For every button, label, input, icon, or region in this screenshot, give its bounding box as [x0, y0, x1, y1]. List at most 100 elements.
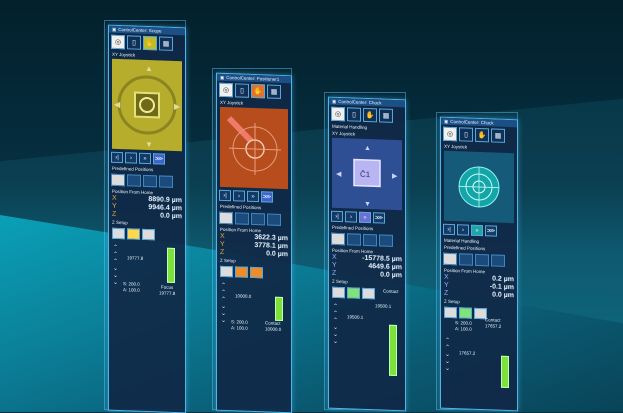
accel-value: A: 100.0	[455, 326, 472, 332]
step-button[interactable]: ›	[125, 152, 137, 164]
step-back-button[interactable]: ›|	[111, 151, 123, 164]
home-icon[interactable]	[111, 173, 125, 187]
control-panel-positioner: ▣ ControlCenter: Positioner1 ◎ ▯ ✋ ▦ XY J…	[216, 72, 292, 413]
svg-text:▶: ▶	[392, 173, 398, 180]
z-step-arrows[interactable]: ⌃ ⌃ ⌃ ⌄ ⌄ ⌄	[333, 304, 338, 346]
y-axis-label: Y	[444, 281, 449, 289]
z-mode-button[interactable]	[250, 266, 263, 279]
xy-joystick[interactable]	[220, 106, 288, 190]
coordinate-readout: X 0.2 µm Y -0.1 µm Z 0.0 µm	[441, 274, 517, 301]
home-icon[interactable]	[219, 211, 233, 225]
lens-tool-button[interactable]: ▯	[127, 35, 141, 50]
tool-button[interactable]: ✋	[475, 127, 489, 143]
step-fastest-button[interactable]: ⋙	[485, 225, 497, 237]
control-panel-scope: ▣ ControlCenter: Scope ◎ ▯ ✋ ▦ XY Joystic…	[108, 24, 186, 413]
preset-button[interactable]	[379, 234, 393, 247]
scope-tool-button[interactable]: ◎	[219, 82, 233, 98]
xy-joystick[interactable]: ▲ ▼ ◀ ▶	[112, 58, 182, 152]
z-position-value: 19500.1	[347, 314, 364, 320]
z-mode-button[interactable]	[142, 228, 155, 241]
step-fastest-button[interactable]: ⋙	[261, 191, 273, 203]
z-focus-button[interactable]	[127, 228, 140, 240]
svg-text:▼: ▼	[364, 201, 371, 208]
app-icon: ▣	[220, 74, 225, 80]
z-mode-button[interactable]	[347, 287, 360, 299]
z-level-bar	[275, 296, 283, 322]
preset-button[interactable]	[459, 253, 473, 266]
step-button[interactable]: ›	[457, 224, 469, 236]
scope-tool-button[interactable]: ◎	[331, 106, 345, 122]
step-fast-button[interactable]: »	[359, 211, 371, 224]
z-axis-label: Z	[112, 210, 117, 218]
z-control: ⌃ ⌃ ⌃ ⌄ ⌄ ⌄ 19777.8 S: 200.0 A: 100.0 Focus 1…	[109, 241, 185, 364]
app-icon: ▣	[332, 98, 337, 104]
grid-tool-button[interactable]: ▦	[267, 84, 281, 99]
preset-button[interactable]	[347, 233, 361, 246]
preset-button[interactable]	[251, 212, 265, 226]
svg-text:▶: ▶	[174, 102, 181, 111]
z-control: ⌃ ⌃ ⌃ ⌄ ⌄ ⌄ 19500.1 19500.1	[329, 300, 405, 383]
step-back-button[interactable]: ›|	[219, 189, 231, 202]
z-mode-button[interactable]	[220, 265, 233, 278]
z-mode-button[interactable]	[332, 286, 345, 299]
z-mode-button[interactable]	[362, 287, 375, 300]
z-step-arrows[interactable]: ⌃ ⌃ ⌄ ⌄ ⌄	[445, 338, 450, 373]
step-fast-button[interactable]: »	[139, 152, 151, 165]
step-back-button[interactable]: ›|	[443, 223, 455, 236]
z-mode-button[interactable]	[459, 307, 472, 319]
home-icon[interactable]	[443, 252, 457, 266]
speed-value: S: 200.0	[123, 281, 140, 287]
speed-value: S: 200.0	[231, 319, 248, 325]
joystick-target-icon	[458, 166, 500, 208]
step-button[interactable]: ›	[345, 211, 357, 223]
xy-joystick[interactable]	[444, 150, 514, 224]
coordinate-readout: X 8890.9 µm Y 9946.4 µm Z 0.0 µm	[109, 195, 185, 222]
scope-tool-button[interactable]: ◎	[443, 126, 457, 142]
accel-value: A: 100.0	[123, 287, 140, 293]
svg-text:▲: ▲	[145, 64, 153, 73]
preset-button[interactable]	[363, 233, 377, 247]
svg-text:▼: ▼	[145, 140, 153, 149]
preset-button[interactable]	[235, 212, 249, 225]
preset-button[interactable]	[143, 174, 157, 188]
step-back-button[interactable]: ›|	[331, 210, 343, 223]
x-axis-label: X	[112, 194, 117, 202]
z-mode-button[interactable]	[444, 306, 457, 319]
grid-tool-button[interactable]: ▦	[491, 128, 505, 143]
x-axis-label: X	[220, 232, 225, 240]
step-fast-button[interactable]: »	[471, 224, 483, 237]
step-button[interactable]: ›	[233, 190, 245, 202]
x-axis-label: X	[332, 253, 337, 261]
step-fastest-button[interactable]: ⋙	[373, 212, 385, 224]
preset-button[interactable]	[159, 175, 173, 188]
home-icon[interactable]	[331, 232, 345, 246]
z-axis-label: Z	[444, 289, 449, 297]
lens-tool-button[interactable]: ▯	[347, 107, 361, 122]
grid-tool-button[interactable]: ▦	[379, 108, 393, 123]
step-fast-button[interactable]: »	[247, 190, 259, 203]
svg-text:◀: ◀	[114, 100, 121, 109]
xy-joystick[interactable]: C̄1 ▲ ▼ ◀ ▶	[332, 137, 402, 211]
preset-button[interactable]	[475, 253, 489, 267]
control-panel-chuck-2: ▣ ControlCenter: Chuck ◎ ▯ ✋ ▦ XY Joystic…	[440, 116, 518, 412]
lens-tool-button[interactable]: ▯	[459, 127, 473, 142]
preset-button[interactable]	[267, 213, 281, 226]
tool-button[interactable]: ✋	[363, 107, 377, 123]
z-contact-button[interactable]	[235, 266, 248, 278]
preset-button[interactable]	[127, 174, 141, 187]
lens-tool-button[interactable]: ▯	[235, 83, 249, 98]
z-mode-button[interactable]	[112, 227, 125, 240]
y-axis-label: Y	[112, 202, 117, 210]
z-step-arrows[interactable]: ⌃ ⌃ ⌃ ⌄ ⌄ ⌄	[113, 245, 118, 287]
coordinate-readout: X 3622.3 µm Y 3778.1 µm Z 0.0 µm	[217, 233, 291, 260]
z-step-arrows[interactable]: ⌃ ⌃ ⌃ ⌄ ⌄ ⌄	[221, 283, 226, 325]
scope-tool-button[interactable]: ◎	[111, 34, 125, 50]
z-contact-value: 17657.2	[485, 323, 502, 329]
step-fastest-button[interactable]: ⋙	[153, 153, 165, 165]
z-contact-value: 10000.0	[265, 326, 282, 332]
active-tool-button[interactable]: ✋	[143, 35, 157, 51]
z-mode-value: Contact	[383, 288, 399, 295]
grid-tool-button[interactable]: ▦	[159, 36, 173, 51]
active-tool-button[interactable]: ✋	[251, 83, 265, 99]
preset-button[interactable]	[491, 254, 505, 267]
